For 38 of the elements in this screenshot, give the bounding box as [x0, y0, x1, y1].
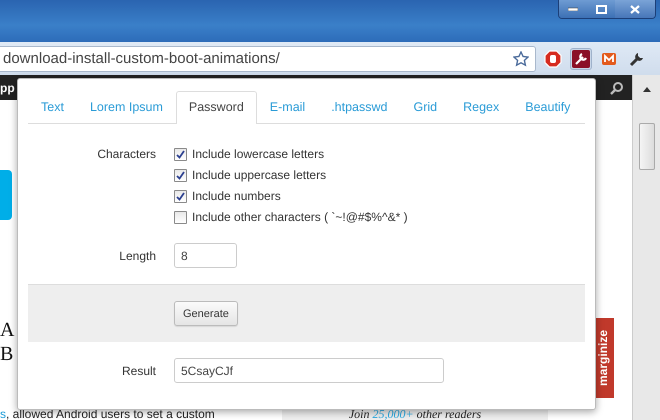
maximize-icon[interactable] — [596, 4, 606, 14]
star-icon[interactable] — [513, 50, 529, 66]
tab[interactable]: .htpasswd — [318, 91, 400, 123]
tab[interactable]: Beautify — [512, 91, 584, 123]
checkbox-label: Include numbers — [192, 189, 281, 203]
article-link[interactable]: s — [0, 407, 6, 420]
wrench-icon[interactable] — [572, 50, 590, 68]
length-field[interactable]: 8 — [174, 243, 237, 268]
close-icon[interactable] — [630, 4, 640, 14]
tab[interactable]: Text — [28, 91, 77, 123]
checkbox[interactable] — [174, 190, 187, 202]
checkbox[interactable] — [174, 168, 187, 182]
checkbox-label: Include lowercase letters — [192, 147, 324, 161]
generate-button[interactable]: Generate — [174, 301, 238, 326]
tab[interactable]: Password — [176, 91, 257, 124]
article-heading: A — [0, 318, 14, 342]
minimize-icon[interactable] — [568, 7, 578, 11]
site-heading: pp — [0, 80, 15, 94]
checkbox-label: Include uppercase letters — [192, 168, 326, 182]
article-heading: B — [0, 342, 14, 366]
search-icon[interactable] — [610, 80, 624, 94]
mail-icon[interactable] — [601, 50, 617, 66]
checkbox[interactable] — [174, 148, 187, 160]
address-bar[interactable]: download-install-custom-boot-animations/ — [0, 46, 536, 72]
result-field[interactable]: 5CsayCJf — [174, 358, 444, 383]
field-label: Result — [120, 364, 157, 378]
field-label: Characters — [96, 147, 157, 161]
article-excerpt: s, allowed Android users to set a custom — [0, 408, 216, 420]
checkbox-label: Include other characters ( `~!@#$%^&* ) — [192, 210, 408, 224]
tab[interactable]: Grid — [400, 91, 450, 123]
stop-hand-icon[interactable] — [544, 50, 562, 68]
checkbox[interactable] — [174, 210, 187, 224]
tab[interactable]: Regex — [450, 91, 512, 123]
tab[interactable]: E-mail — [256, 91, 318, 123]
tab[interactable]: Lorem Ipsum — [76, 91, 176, 123]
scroll-up-icon[interactable] — [642, 85, 652, 93]
scrollbar-thumb[interactable] — [638, 123, 654, 170]
field-label: Length — [118, 248, 157, 262]
